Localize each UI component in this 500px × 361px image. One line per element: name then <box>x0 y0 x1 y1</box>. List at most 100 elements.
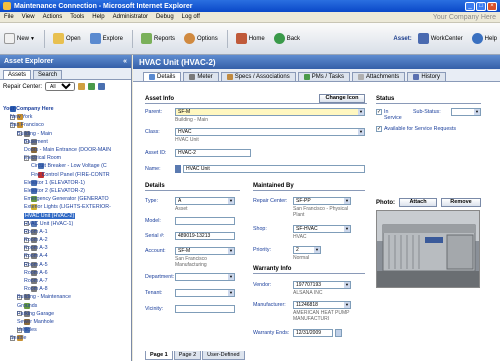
type-description: Asset <box>175 206 188 212</box>
warranty-ends-field[interactable]: 12/31/2009 <box>293 329 333 337</box>
explore-button[interactable]: Explore <box>89 33 123 44</box>
tree-item[interactable]: + Room A-3 <box>0 244 131 252</box>
menu-help[interactable]: Help <box>92 14 104 20</box>
home-label: Home <box>248 35 265 42</box>
tab-assets[interactable]: Assets <box>3 70 32 79</box>
tree-item[interactable]: + Building - Maintenance <box>0 293 131 301</box>
available-checkbox[interactable]: ✓ <box>376 126 382 132</box>
tree-item[interactable]: + Vehicles <box>0 326 131 334</box>
calendar-icon[interactable] <box>335 329 342 337</box>
maximize-button[interactable]: □ <box>476 1 486 11</box>
type-label: Type: <box>145 198 158 204</box>
open-button[interactable]: Open <box>52 33 81 44</box>
tree-item[interactable]: Sewer Manhole <box>0 318 131 326</box>
options-button[interactable]: Options <box>184 33 218 44</box>
change-icon-button[interactable]: Change Icon <box>319 94 365 103</box>
mb-repair-center-description: San Francisco - Physical Plant <box>293 206 349 218</box>
asset-tree: Your Company Here + New York - San Francisco… <box>0 105 131 361</box>
paperclip-icon <box>357 74 364 80</box>
mb-repair-center-field[interactable]: SF-PP ▼ <box>293 197 351 205</box>
menu-actions[interactable]: Actions <box>43 14 63 20</box>
minimize-button[interactable]: _ <box>465 1 475 11</box>
class-field[interactable]: HVAC ▼ <box>175 128 365 136</box>
type-select[interactable]: A ▼ <box>175 197 235 205</box>
filter-icon[interactable] <box>78 83 86 90</box>
tree-item[interactable]: Grounds <box>0 302 131 310</box>
tab-specs[interactable]: Specs / Associations <box>220 72 296 81</box>
tree-item[interactable]: + Room A-1 <box>0 228 131 236</box>
asset-id-field[interactable]: HVAC-2 <box>175 149 251 157</box>
remove-button[interactable]: Remove <box>441 198 481 207</box>
back-button[interactable]: Back <box>273 33 300 44</box>
tree-item[interactable]: Exterior Lights (LIGHTS-EXTERIOR- <box>0 203 131 211</box>
tree-item[interactable]: - Electrical Room <box>0 154 131 162</box>
menu-administrator[interactable]: Administrator <box>113 14 148 20</box>
reports-button[interactable]: Reports <box>141 33 175 44</box>
tree-item[interactable]: + New York <box>0 113 131 121</box>
tree-item[interactable]: Elevator 2 (ELEVATOR-2) <box>0 187 131 195</box>
tree-icon[interactable] <box>98 83 106 90</box>
tenant-field[interactable]: ▼ <box>175 289 235 297</box>
vendor-field[interactable]: 197707193 ▼ <box>293 281 351 289</box>
tab-user-defined[interactable]: User-Defined <box>202 351 245 360</box>
tab-page-2[interactable]: Page 2 <box>173 351 202 360</box>
tree-item[interactable]: + Room A-2 <box>0 236 131 244</box>
priority-field[interactable]: 2 ▼ <box>293 246 321 254</box>
tab-attachments[interactable]: Attachments <box>351 72 406 81</box>
tree-item[interactable]: Fire Control Panel (FIRE-CONTR <box>0 171 131 179</box>
vicinity-field[interactable] <box>175 305 235 313</box>
tree-item[interactable]: Your Company Here <box>0 105 131 113</box>
menu-file[interactable]: File <box>4 14 14 20</box>
tree-item[interactable]: Elevator 1 (ELEVATOR-1) <box>0 179 131 187</box>
tab-history[interactable]: History <box>407 72 446 81</box>
tree-item[interactable]: Room A-6 <box>0 269 131 277</box>
attach-button[interactable]: Attach <box>399 198 437 207</box>
tree-item[interactable]: + HVAC Unit (HVAC-1) <box>0 220 131 228</box>
home-button[interactable]: Home <box>235 33 265 44</box>
collapse-icon[interactable]: « <box>123 58 127 65</box>
menu-tools[interactable]: Tools <box>70 14 84 20</box>
account-label: Account: <box>145 248 166 254</box>
tree-item[interactable]: - San Francisco <box>0 121 131 129</box>
tree-item[interactable]: Circuit Breaker - Low Voltage (C <box>0 162 131 170</box>
tree-item-label: Electrical Room <box>24 155 62 162</box>
tree-item[interactable]: Room A-8 <box>0 285 131 293</box>
page-tabs: Page 1 Page 2 User-Defined <box>145 351 246 360</box>
help-icon <box>471 33 483 44</box>
tab-page-1[interactable]: Page 1 <box>145 351 173 360</box>
tree-item[interactable]: + Room A-4 <box>0 252 131 260</box>
tree-item[interactable]: + Basement <box>0 138 131 146</box>
tab-search[interactable]: Search <box>33 70 63 79</box>
shop-field[interactable]: SF-HVAC ▼ <box>293 225 351 233</box>
help-button[interactable]: Help <box>471 33 497 44</box>
manufacturer-field[interactable]: 11246818 ▼ <box>293 301 351 309</box>
tab-pms[interactable]: PMs / Tasks <box>297 72 350 81</box>
menu-logoff[interactable]: Log off <box>182 14 200 20</box>
model-field[interactable] <box>175 217 235 225</box>
tree-item[interactable]: + Room A-5 <box>0 261 131 269</box>
account-field[interactable]: SF-M ▼ <box>175 247 235 255</box>
sub-status-select[interactable]: ▼ <box>451 108 481 116</box>
department-field[interactable]: ▼ <box>175 273 235 281</box>
workcenter-button[interactable]: WorkCenter <box>417 33 463 44</box>
new-button[interactable]: New ▼ <box>4 33 35 44</box>
parent-field[interactable]: SF-M ▼ <box>175 108 365 116</box>
asset-detail-header: HVAC Unit (HVAC-2) <box>133 55 500 69</box>
tree-item[interactable]: - Building - Main <box>0 130 131 138</box>
name-field[interactable]: HVAC Unit <box>183 165 365 173</box>
menu-debug[interactable]: Debug <box>156 14 174 20</box>
tree-item[interactable]: Room A-7 <box>0 277 131 285</box>
tab-meter[interactable]: Meter <box>183 72 219 81</box>
menu-view[interactable]: View <box>22 14 35 20</box>
tree-item[interactable]: + Seattle <box>0 334 131 342</box>
serial-field[interactable]: 489019-13213 <box>175 232 235 240</box>
tab-details[interactable]: Details <box>143 72 182 81</box>
in-service-checkbox[interactable]: ✓ <box>376 109 382 115</box>
tree-item[interactable]: +HVAC Unit (HVAC-2) <box>0 211 131 219</box>
repair-center-select[interactable]: All <box>45 82 76 91</box>
tree-item[interactable]: + Parking Garage <box>0 310 131 318</box>
tree-item[interactable]: Emergency Generator (GENERATO <box>0 195 131 203</box>
close-button[interactable]: × <box>487 1 497 11</box>
refresh-icon[interactable] <box>88 83 96 90</box>
tree-item[interactable]: Doors - Main Entrance (DOOR-MAIN <box>0 146 131 154</box>
